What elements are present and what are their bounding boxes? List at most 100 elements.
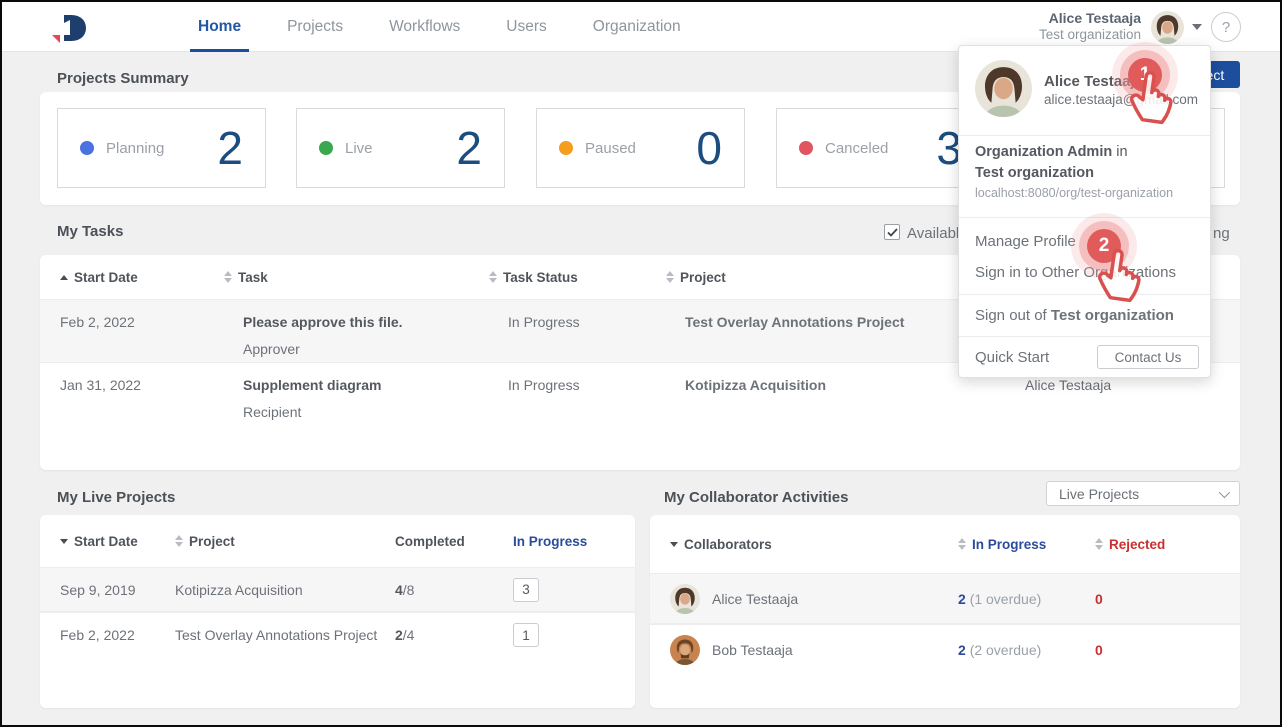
- table-row[interactable]: Bob Testaaja 2 (2 overdue) 0: [650, 624, 1240, 675]
- completed-done: 4: [395, 582, 403, 598]
- column-label: In Progress: [972, 537, 1046, 552]
- collaborator-activities-panel: Collaborators In Progress Rejected: [650, 515, 1240, 708]
- canceled-status-dot: [799, 141, 813, 155]
- summary-card-value: 2: [217, 125, 243, 171]
- collab-header-rejected: Rejected: [1095, 537, 1220, 552]
- task-status: In Progress: [508, 314, 685, 330]
- divider: [959, 336, 1210, 337]
- tab-home[interactable]: Home: [198, 2, 241, 52]
- paused-status-dot: [559, 141, 573, 155]
- menu-item-sign-out[interactable]: Sign out of Test organization: [975, 307, 1174, 324]
- column-label: Task Status: [503, 270, 578, 285]
- avatar: [670, 635, 700, 665]
- table-row[interactable]: Sep 9, 2019 Kotipizza Acquisition 4/8 3: [40, 567, 635, 612]
- projects-filter-select[interactable]: Live Projects: [1046, 481, 1240, 506]
- menu-item-quick-start[interactable]: Quick Start: [975, 349, 1049, 366]
- table-row[interactable]: Feb 2, 2022 Test Overlay Annotations Pro…: [40, 612, 635, 657]
- nav-user-info[interactable]: Alice Testaaja Test organization: [1039, 10, 1141, 42]
- pointer-hand-icon: [1086, 240, 1151, 314]
- tab-workflows[interactable]: Workflows: [389, 2, 460, 52]
- sort-icon[interactable]: [224, 271, 232, 283]
- avatar: [670, 584, 700, 614]
- collaborator-name[interactable]: Bob Testaaja: [712, 642, 793, 658]
- tab-organization[interactable]: Organization: [593, 2, 681, 52]
- task-title[interactable]: Please approve this file.: [243, 314, 508, 330]
- summary-card-value: 2: [456, 125, 482, 171]
- summary-card-label: Canceled: [825, 140, 888, 157]
- menu-org-name: Test organization: [975, 165, 1094, 181]
- in-progress-cell: 1: [513, 623, 615, 647]
- collaborator-identity: Bob Testaaja: [670, 635, 958, 665]
- in-progress-count-button[interactable]: 3: [513, 578, 539, 602]
- live-header-completed: Completed: [395, 534, 513, 549]
- tasks-header-start-date: Start Date: [60, 270, 243, 285]
- sort-icon[interactable]: [958, 538, 966, 550]
- column-label: Project: [189, 534, 235, 549]
- in-progress-cell: 3: [513, 578, 615, 602]
- sort-icon[interactable]: [489, 271, 497, 283]
- column-label: Rejected: [1109, 537, 1165, 552]
- summary-card-label: Live: [345, 140, 373, 157]
- contact-us-button[interactable]: Contact Us: [1097, 345, 1199, 369]
- summary-card-planning[interactable]: Planning 2: [57, 108, 266, 188]
- summary-card-value: 0: [696, 125, 722, 171]
- available-checkbox[interactable]: [884, 224, 900, 240]
- sort-ascending-icon[interactable]: [60, 275, 68, 280]
- task-owner: Alice Testaaja: [1025, 377, 1220, 393]
- project-name[interactable]: Kotipizza Acquisition: [175, 582, 395, 598]
- collaborator-name[interactable]: Alice Testaaja: [712, 591, 798, 607]
- task-cell: Supplement diagram Recipient: [243, 377, 508, 420]
- menu-org-url: localhost:8080/org/test-organization: [975, 186, 1173, 200]
- avatar: [975, 60, 1032, 117]
- sort-icon[interactable]: [666, 271, 674, 283]
- my-tasks-title: My Tasks: [57, 223, 123, 240]
- column-label: Project: [680, 270, 726, 285]
- task-project[interactable]: Kotipizza Acquisition: [685, 377, 1025, 393]
- task-start-date: Feb 2, 2022: [60, 314, 243, 330]
- task-cell: Please approve this file. Approver: [243, 314, 508, 357]
- nav-user-org: Test organization: [1039, 27, 1141, 42]
- summary-card-label: Paused: [585, 140, 636, 157]
- in-progress-value: 2 (2 overdue): [958, 642, 1095, 658]
- sort-icon[interactable]: [175, 535, 183, 547]
- projects-summary-title: Projects Summary: [57, 70, 189, 87]
- task-title[interactable]: Supplement diagram: [243, 377, 508, 393]
- collab-header-collaborators: Collaborators: [670, 537, 958, 552]
- divider: [959, 294, 1210, 295]
- overdue-note: (2 overdue): [970, 642, 1042, 658]
- sort-descending-icon[interactable]: [60, 539, 68, 544]
- live-header-project: Project: [175, 534, 395, 549]
- my-live-projects-title: My Live Projects: [57, 489, 175, 506]
- menu-role-line: Organization Admin in: [975, 144, 1128, 160]
- my-live-projects-panel: Start Date Project Completed In Progress…: [40, 515, 635, 708]
- rejected-count: 0: [1095, 642, 1220, 658]
- nav-avatar[interactable]: [1151, 11, 1184, 44]
- chevron-down-icon[interactable]: [1192, 24, 1202, 30]
- column-label: Start Date: [74, 534, 138, 549]
- summary-card-paused[interactable]: Paused 0: [536, 108, 745, 188]
- chevron-down-icon: [1219, 486, 1230, 497]
- main-nav: Home Projects Workflows Users Organizati…: [198, 2, 681, 52]
- app-logo-icon[interactable]: [48, 11, 92, 50]
- summary-card-live[interactable]: Live 2: [296, 108, 505, 188]
- in-progress-value: 2 (1 overdue): [958, 591, 1095, 607]
- collab-header-in-progress: In Progress: [958, 537, 1095, 552]
- planning-status-dot: [80, 141, 94, 155]
- tab-projects[interactable]: Projects: [287, 2, 343, 52]
- nav-user-name: Alice Testaaja: [1039, 10, 1141, 26]
- in-progress-count: 2: [958, 642, 966, 658]
- column-label: Collaborators: [684, 537, 772, 552]
- collaborator-activities-title: My Collaborator Activities: [664, 489, 848, 506]
- task-role: Approver: [243, 341, 508, 357]
- project-name[interactable]: Test Overlay Annotations Project: [175, 627, 395, 643]
- sort-descending-icon[interactable]: [670, 542, 678, 547]
- help-button[interactable]: ?: [1211, 12, 1241, 42]
- summary-card-canceled[interactable]: Canceled 3: [776, 108, 985, 188]
- in-progress-count-button[interactable]: 1: [513, 623, 539, 647]
- live-header-in-progress: In Progress: [513, 534, 615, 549]
- tab-users[interactable]: Users: [506, 2, 546, 52]
- menu-item-manage-profile[interactable]: Manage Profile: [975, 233, 1076, 250]
- table-row[interactable]: Alice Testaaja 2 (1 overdue) 0: [650, 573, 1240, 624]
- completed-fraction: 4/8: [395, 582, 513, 598]
- sort-icon[interactable]: [1095, 538, 1103, 550]
